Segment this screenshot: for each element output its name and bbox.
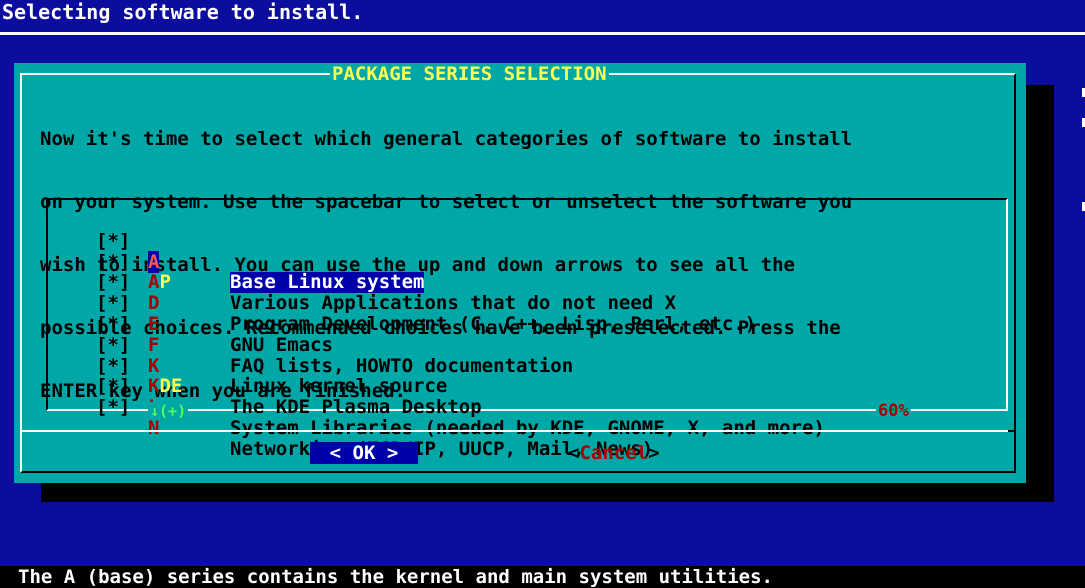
checklist-item-a[interactable]: [*] A Base Linux system bbox=[96, 210, 996, 294]
cancel-label: Cancel bbox=[579, 442, 649, 464]
back-title-underline bbox=[0, 32, 1085, 35]
checklist-item-f[interactable]: [*] F FAQ lists, HOWTO documentation bbox=[96, 293, 996, 376]
prompt-line: Now it's time to select which general ca… bbox=[40, 128, 853, 150]
checkbox[interactable]: [*] bbox=[96, 397, 130, 418]
button-separator bbox=[20, 430, 1016, 432]
tag-hotkey: N bbox=[148, 416, 160, 439]
cancel-bracket-left: < bbox=[568, 442, 580, 464]
checklist-item-kde[interactable]: [*] KDE The KDE Plasma Desktop bbox=[96, 335, 996, 417]
package-series-dialog: PACKAGE SERIES SELECTION Now it's time t… bbox=[14, 63, 1026, 483]
cancel-bracket-right: > bbox=[648, 442, 660, 464]
dialog-title: PACKAGE SERIES SELECTION bbox=[330, 63, 609, 85]
checklist-item-e[interactable]: [*] E GNU Emacs bbox=[96, 272, 996, 355]
back-title: Selecting software to install. bbox=[2, 0, 364, 24]
scroll-percent: 60% bbox=[876, 401, 911, 421]
status-line: The A (base) series contains the kernel … bbox=[0, 566, 1085, 588]
series-tag: N bbox=[148, 418, 159, 439]
series-description: The KDE Plasma Desktop bbox=[230, 396, 482, 419]
checklist-item-k[interactable]: [*] K Linux kernel source bbox=[96, 314, 996, 396]
checklist-item-n[interactable]: [*] N Networking (TCP/IP, UUCP, Mail, Ne… bbox=[96, 376, 996, 459]
ok-button[interactable]: < OK > bbox=[310, 442, 418, 464]
cancel-button[interactable]: <Cancel> bbox=[568, 442, 660, 464]
scroll-down-indicator: ↓(+) bbox=[148, 402, 189, 420]
series-description: System Libraries (needed by KDE, GNOME, … bbox=[230, 416, 825, 439]
package-checklist[interactable]: [*] A Base Linux system [*] AP Various A… bbox=[96, 210, 996, 459]
checklist-item-d[interactable]: [*] D Program Development (C, C++, Lisp,… bbox=[96, 252, 996, 334]
checklist-item-l[interactable]: [*] L System Libraries (needed by KDE, G… bbox=[96, 356, 996, 438]
checklist-item-ap[interactable]: [*] AP Various Applications that do not … bbox=[96, 231, 996, 313]
